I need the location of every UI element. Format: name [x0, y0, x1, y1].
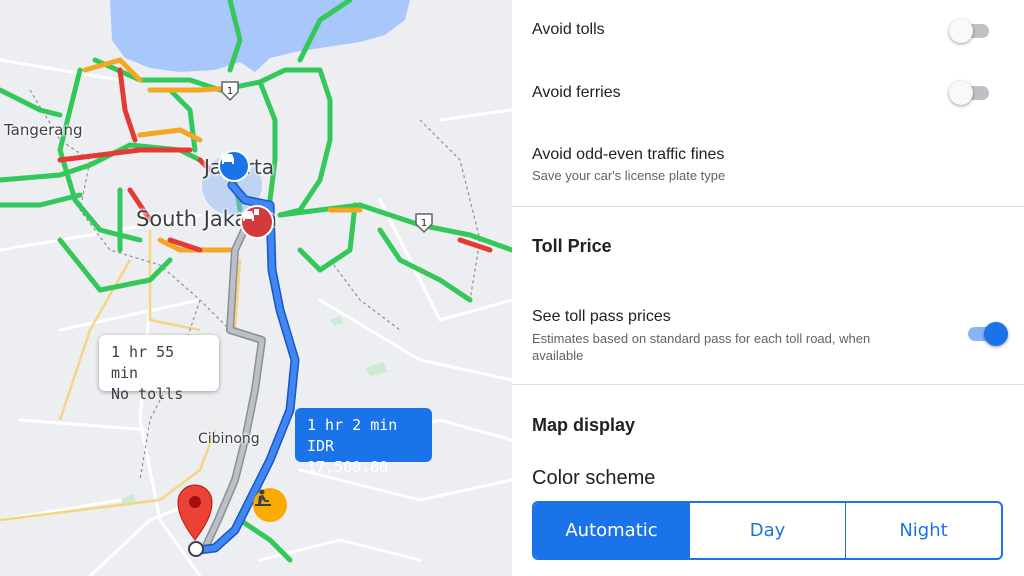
main-route-duration: 1 hr 2 min — [307, 416, 398, 434]
avoid-odd-even-row[interactable]: Avoid odd-even traffic fines Save your c… — [532, 146, 1004, 184]
place-label-cibinong: Cibinong — [198, 431, 260, 447]
alternate-route-note: No tolls — [111, 385, 184, 403]
avoid-odd-even-label: Avoid odd-even traffic fines — [532, 146, 725, 163]
section-divider — [512, 384, 1024, 385]
avoid-tolls-label: Avoid tolls — [532, 21, 605, 38]
destination-pin-icon[interactable] — [177, 484, 213, 541]
place-label-tangerang: Tangerang — [4, 121, 83, 139]
toll-pass-prices-row[interactable]: See toll pass prices Estimates based on … — [532, 308, 1004, 364]
main-route-card[interactable]: 1 hr 2 min IDR 17,500.00 — [295, 408, 432, 476]
avoid-tolls-row[interactable]: Avoid tolls — [532, 21, 1004, 39]
alternate-route-card[interactable]: 1 hr 55 min No tolls — [99, 335, 219, 403]
map-view[interactable]: 1 1 Tangerang Jakarta South Jakarta Cibi… — [0, 0, 512, 576]
origin-dot-icon — [188, 541, 204, 557]
car-icon[interactable] — [218, 150, 250, 182]
avoid-tolls-toggle[interactable] — [949, 18, 993, 44]
toll-pass-prices-subtitle: Estimates based on standard pass for eac… — [532, 331, 871, 363]
alternate-route-duration: 1 hr 55 min — [111, 343, 175, 382]
avoid-odd-even-subtitle: Save your car's license plate type — [532, 168, 726, 183]
color-scheme-day[interactable]: Day — [689, 503, 845, 558]
toll-pass-prices-toggle[interactable] — [964, 321, 1008, 347]
svg-text:1: 1 — [227, 86, 233, 97]
color-scheme-selector: Automatic Day Night — [532, 501, 1003, 560]
traffic-incident-icon[interactable] — [240, 205, 274, 239]
highway-shield: 1 — [221, 81, 239, 102]
route-options-panel: Avoid tolls Avoid ferries Avoid odd-even… — [512, 0, 1024, 576]
toll-price-heading: Toll Price — [532, 236, 612, 256]
color-scheme-night[interactable]: Night — [845, 503, 1001, 558]
main-route-price: IDR 17,500.00 — [307, 437, 389, 476]
toll-pass-prices-label: See toll pass prices — [532, 308, 671, 325]
svg-text:1: 1 — [421, 218, 427, 229]
avoid-ferries-label: Avoid ferries — [532, 84, 621, 101]
bay-water — [110, 0, 410, 72]
avoid-ferries-toggle[interactable] — [949, 80, 993, 106]
color-scheme-label: Color scheme — [532, 467, 656, 489]
map-display-heading: Map display — [532, 415, 636, 435]
color-scheme-automatic[interactable]: Automatic — [534, 503, 689, 558]
section-divider — [512, 206, 1024, 207]
avoid-ferries-row[interactable]: Avoid ferries — [532, 84, 1004, 102]
road-works-icon[interactable] — [253, 488, 287, 522]
